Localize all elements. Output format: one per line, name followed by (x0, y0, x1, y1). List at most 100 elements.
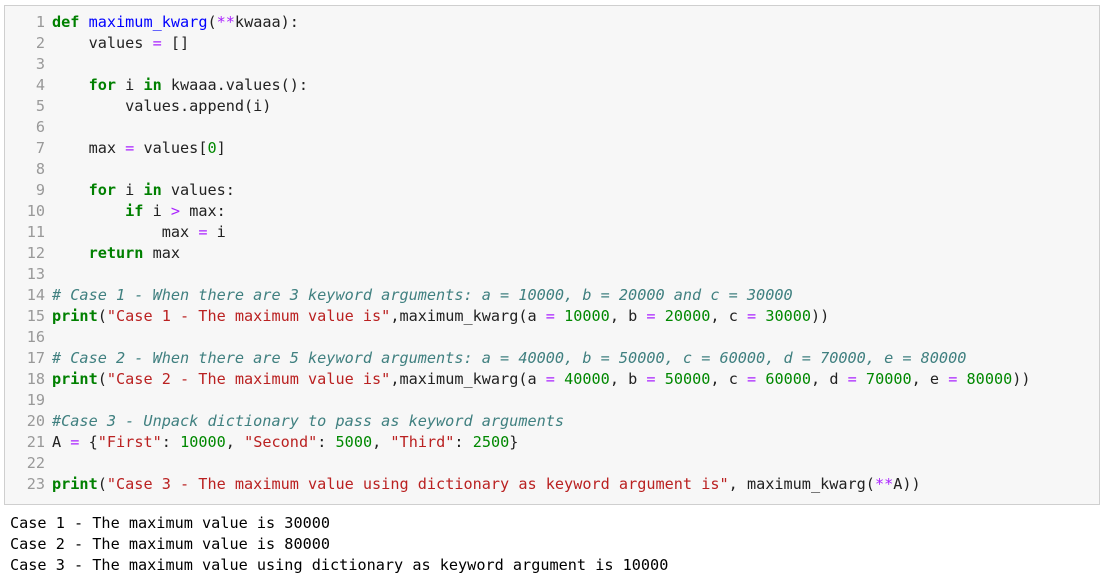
code-line: print("Case 1 - The maximum value is",ma… (52, 306, 1031, 327)
code-token: , e (911, 370, 949, 388)
code-token: # Case 2 - When there are 5 keyword argu… (52, 349, 967, 367)
code-line: max = i (52, 222, 1031, 243)
code-line: # Case 2 - When there are 5 keyword argu… (52, 348, 1031, 369)
code-token: i (116, 76, 144, 94)
code-token: ] (216, 139, 226, 157)
code-line: def maximum_kwarg(**kwaaa): (52, 12, 1031, 33)
code-token: A (52, 433, 71, 451)
code-token: max (52, 223, 199, 241)
line-number: 4 (35, 76, 45, 94)
code-line: values = [] (52, 33, 1031, 54)
line-number: 23 (26, 475, 45, 493)
code-token: = (646, 370, 656, 388)
code-line: values.append(i) (52, 96, 1031, 117)
code-token: maximum_kwarg (88, 13, 208, 31)
code-token: return (88, 244, 144, 262)
code-cell[interactable]: 1 2 3 4 5 6 7 8 9 10 11 12 13 14 15 16 17 18 19 20 21 22 23 de… (4, 5, 1100, 505)
code-token: , (372, 433, 391, 451)
code-token: 10000 (180, 433, 226, 451)
code-token: ** (216, 13, 235, 31)
code-token: i (207, 223, 226, 241)
output-line: Case 2 - The maximum value is 80000 (10, 535, 331, 553)
code-token: )) (1012, 370, 1031, 388)
code-token: 2500 (472, 433, 510, 451)
code-token: in (143, 181, 162, 199)
code-token: = (847, 370, 857, 388)
code-editor[interactable]: def maximum_kwarg(**kwaaa): values = [] … (52, 12, 1031, 495)
code-token: = (948, 370, 958, 388)
code-token: print (52, 370, 98, 388)
line-number: 18 (26, 370, 45, 388)
code-token: ( (97, 307, 107, 325)
line-number: 22 (26, 454, 45, 472)
code-token: for (88, 181, 117, 199)
code-token: values: (161, 181, 235, 199)
code-token: , b (609, 307, 647, 325)
code-token: print (52, 475, 98, 493)
code-token: = (545, 370, 555, 388)
code-token: ( (97, 475, 107, 493)
code-token: max: (180, 202, 226, 220)
code-token: #Case 3 - Unpack dictionary to pass as k… (52, 412, 565, 430)
line-number: 14 (26, 286, 45, 304)
code-token: ** (874, 475, 894, 493)
code-token: = (545, 307, 555, 325)
code-token: max (52, 139, 126, 157)
code-token: } (509, 433, 519, 451)
cell-output: Case 1 - The maximum value is 30000 Case … (10, 513, 668, 576)
code-token: max (143, 244, 181, 262)
code-token: 30000 (765, 307, 812, 325)
code-token: : (161, 433, 181, 451)
code-token: ,maximum_kwarg(a (390, 307, 546, 325)
code-token: values[ (134, 139, 208, 157)
code-token: = (152, 34, 162, 52)
code-token: "Case 1 - The maximum value is" (106, 307, 391, 325)
line-number: 11 (26, 223, 45, 241)
code-line: max = values[0] (52, 138, 1031, 159)
line-number: 20 (26, 412, 45, 430)
code-token: 70000 (865, 370, 912, 388)
code-token: values (52, 34, 153, 52)
code-token: ,maximum_kwarg(a (390, 370, 546, 388)
code-token: )) (811, 307, 830, 325)
code-token: = (747, 307, 757, 325)
code-token: ( (207, 13, 217, 31)
line-number-gutter: 1 2 3 4 5 6 7 8 9 10 11 12 13 14 15 16 17 18 19 20 21 22 23 (5, 12, 45, 495)
line-number: 3 (35, 55, 45, 73)
code-token: = (646, 307, 656, 325)
code-token: "First" (97, 433, 162, 451)
code-line: print("Case 3 - The maximum value using … (52, 474, 1031, 495)
code-token: 40000 (564, 370, 610, 388)
output-line: Case 3 - The maximum value using diction… (10, 556, 669, 574)
line-number: 10 (26, 202, 45, 220)
code-token: in (143, 76, 162, 94)
code-token: if (125, 202, 144, 220)
code-token: 10000 (564, 307, 610, 325)
code-token: 20000 (664, 307, 711, 325)
code-token: , maximum_kwarg( (728, 475, 875, 493)
code-token: values.append(i) (52, 97, 272, 115)
code-token: "Third" (390, 433, 455, 451)
code-token: [] (161, 34, 190, 52)
code-line: return max (52, 243, 1031, 264)
code-token: for (88, 76, 117, 94)
code-token: i (116, 181, 144, 199)
code-line: if i > max: (52, 201, 1031, 222)
line-number: 2 (35, 34, 45, 52)
code-token: = (747, 370, 757, 388)
